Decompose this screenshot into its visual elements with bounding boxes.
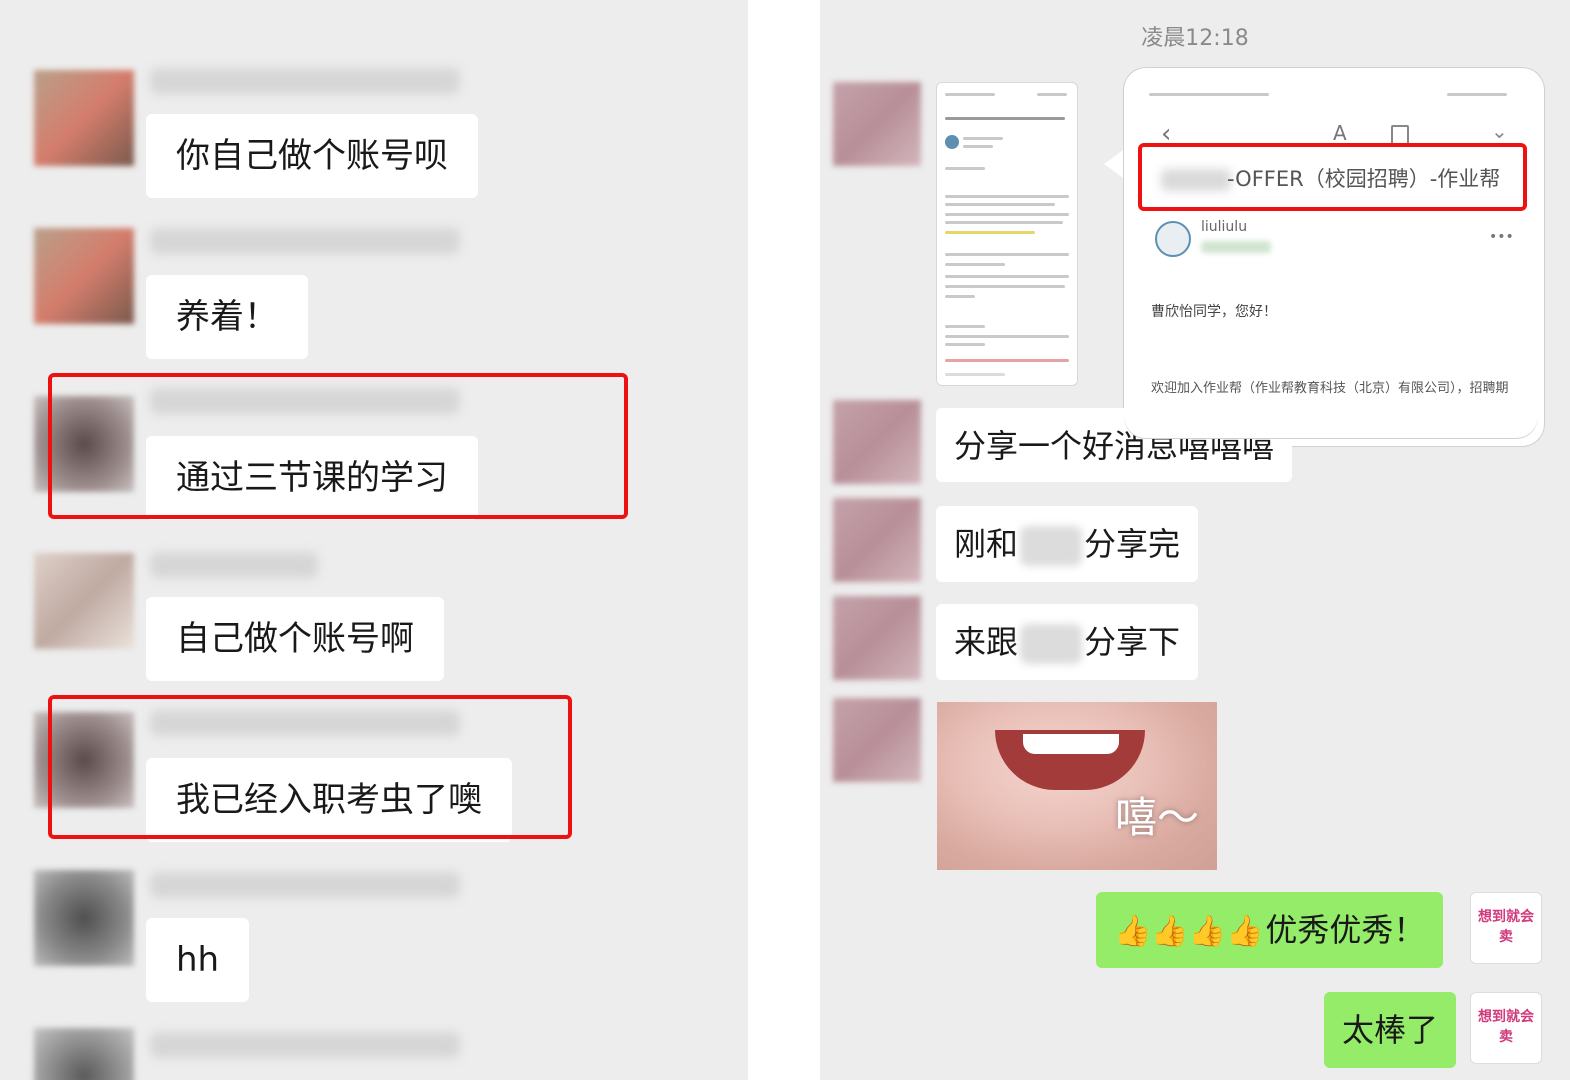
message-bubble[interactable]: 养着！: [146, 275, 308, 359]
self-avatar-logo: 想到就会卖: [1478, 909, 1534, 945]
self-message-bubble[interactable]: 👍👍👍👍优秀优秀！: [1096, 892, 1444, 968]
message-text: 分享下: [1084, 623, 1181, 661]
highlight-box: [1138, 143, 1527, 211]
avatar[interactable]: [34, 1028, 134, 1080]
message-text: 刚和: [954, 525, 1019, 563]
avatar[interactable]: [833, 400, 921, 484]
right-chat-panel: 凌晨12:18 ‹ A ⌄ -OFFER（校园招聘）-作业帮 liuliulu …: [820, 0, 1570, 1080]
font-icon[interactable]: A: [1333, 121, 1347, 145]
avatar[interactable]: [833, 498, 921, 582]
sticker-image[interactable]: 嘻～: [937, 702, 1217, 870]
more-icon[interactable]: •••: [1489, 229, 1514, 245]
avatar[interactable]: [833, 82, 921, 166]
avatar[interactable]: [34, 553, 134, 649]
self-avatar-logo: 想到就会卖: [1478, 1009, 1534, 1045]
callout-pointer: [1104, 148, 1126, 180]
callout-overlap: [1124, 403, 1538, 438]
message-bubble[interactable]: 刚和 分享完: [936, 506, 1199, 582]
message-text: 来跟: [954, 623, 1019, 661]
sender-name-blurred: [150, 1032, 460, 1058]
sender-name-blurred: [150, 552, 318, 578]
sticker-caption: 嘻～: [1115, 793, 1200, 842]
self-avatar[interactable]: 想到就会卖: [1470, 892, 1542, 964]
timestamp: 凌晨12:18: [1141, 26, 1249, 51]
sticker-teeth: [1023, 734, 1119, 754]
avatar[interactable]: [34, 870, 134, 966]
chevron-down-icon[interactable]: ⌄: [1491, 119, 1508, 143]
left-chat-panel: 你自己做个账号呗 养着！ 通过三节课的学习 自己做个账号啊 我已经入职考虫了噢 …: [0, 0, 748, 1080]
message-bubble[interactable]: 你自己做个账号呗: [146, 114, 478, 198]
message-bubble[interactable]: hh: [146, 918, 250, 1002]
highlight-box: [48, 373, 628, 519]
avatar[interactable]: [34, 70, 134, 166]
self-avatar[interactable]: 想到就会卖: [1470, 992, 1542, 1064]
message-text: 优秀优秀！: [1265, 911, 1426, 949]
email-greeting: 曹欣怡同学，您好！: [1151, 304, 1277, 320]
sender-name-blurred: [150, 68, 460, 94]
message-text: 分享完: [1084, 525, 1181, 563]
blurred-name: [1020, 624, 1083, 664]
message-bubble[interactable]: 来跟 分享下: [936, 604, 1199, 680]
blurred-name: [1020, 526, 1083, 566]
delete-icon[interactable]: [1391, 125, 1409, 145]
email-screenshot-thumbnail[interactable]: [936, 82, 1078, 386]
zoomed-email-preview[interactable]: ‹ A ⌄ -OFFER（校园招聘）-作业帮 liuliulu ••• 曹欣怡同…: [1124, 68, 1544, 446]
sender-name-blurred: [150, 228, 460, 254]
thumbs-up-icon: 👍👍👍👍: [1114, 914, 1264, 949]
message-bubble[interactable]: 自己做个账号啊: [146, 597, 444, 681]
avatar[interactable]: [833, 698, 921, 782]
sender-avatar-icon: [1155, 221, 1191, 257]
avatar[interactable]: [34, 228, 134, 324]
avatar[interactable]: [833, 596, 921, 680]
self-message-bubble[interactable]: 太棒了: [1324, 992, 1457, 1068]
sender-name: liuliulu: [1201, 219, 1248, 235]
highlight-box: [48, 695, 572, 839]
sender-name-blurred: [150, 872, 460, 898]
